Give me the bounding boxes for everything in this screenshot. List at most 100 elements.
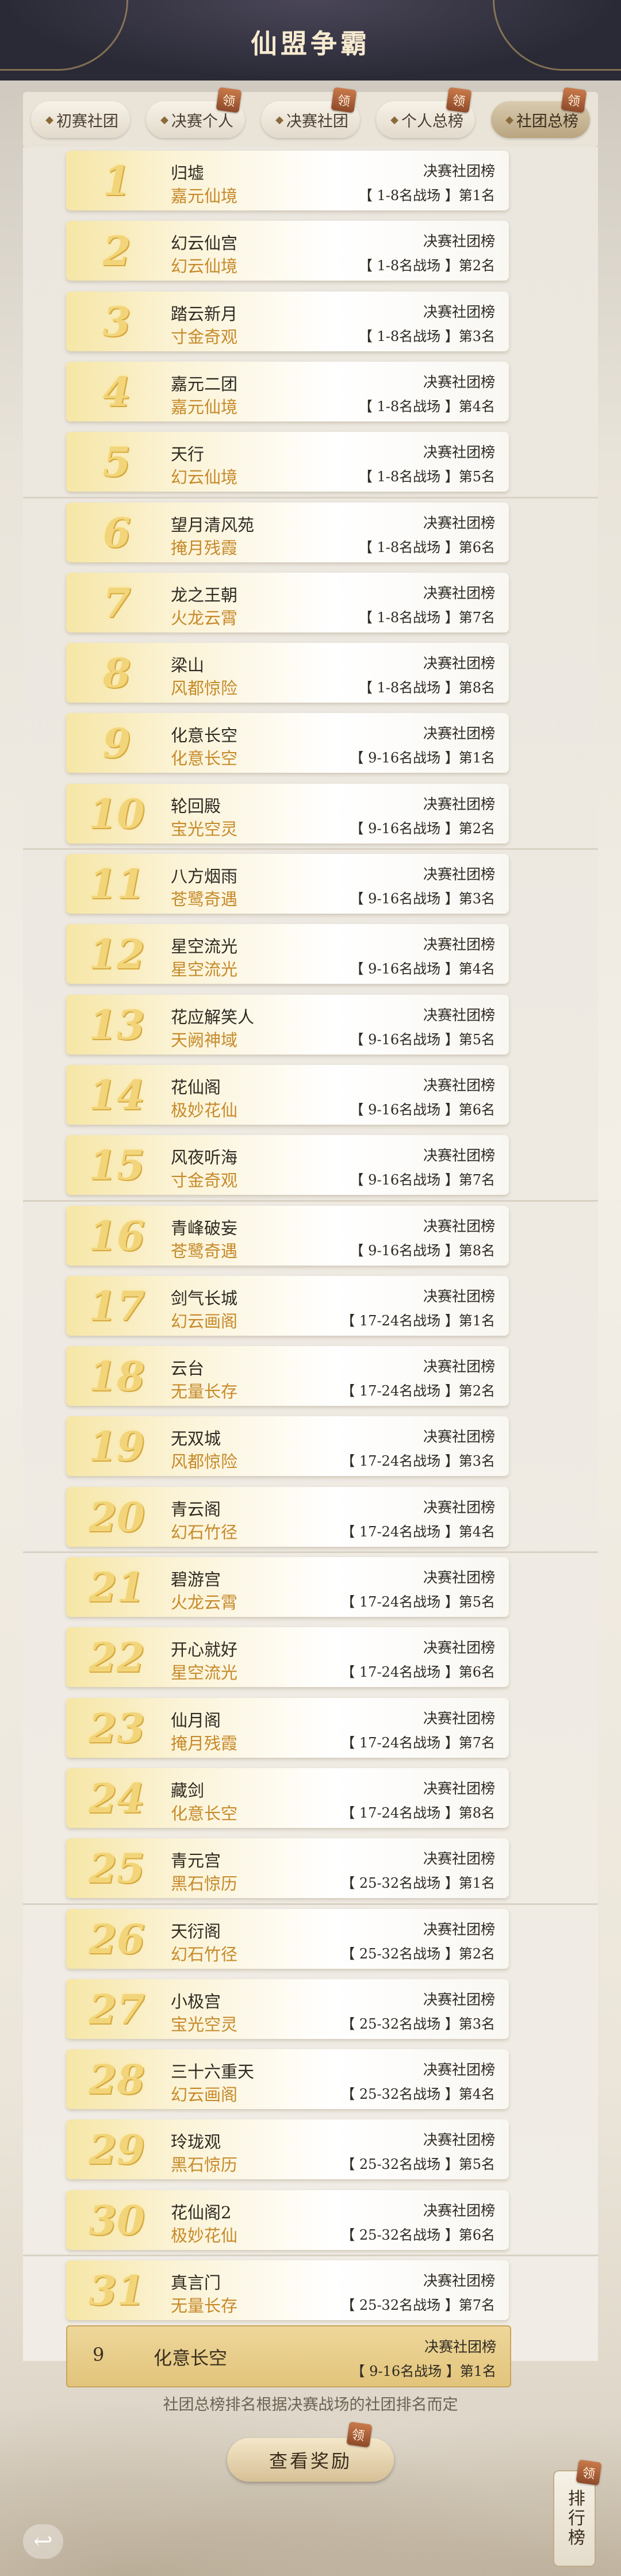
category-label: 决赛社团榜: [423, 1358, 495, 1375]
rank-number: 27: [89, 1985, 145, 2033]
club-name: 花应解笑人: [171, 1007, 255, 1027]
rank-number: 23: [89, 1704, 145, 1752]
placement-label: 【 1-8名战场 】第1名: [358, 187, 495, 204]
category-label: 决赛社团榜: [423, 866, 495, 883]
club-name: 剑气长城: [171, 1289, 238, 1308]
club-rank-row: 17 剑气长城 幻云画阁 决赛社团榜【 17-24名战场 】第1名: [66, 1276, 509, 1336]
placement-label: 【 17-24名战场 】第4名: [341, 1524, 495, 1540]
category-label: 决赛社团榜: [423, 1921, 495, 1938]
ranking-note: 社团总榜排名根据决赛战场的社团排名而定: [163, 2396, 458, 2414]
diamond-icon: ◆: [390, 113, 398, 126]
club-rank-row: 31 真言门 无量长存 决赛社团榜【 25-32名战场 】第7名: [66, 2260, 509, 2320]
club-name: 小极宫: [171, 1992, 221, 2011]
club-rank-row: 29 玲珑观 黑石惊历 决赛社团榜【 25-32名战场 】第5名: [66, 2119, 509, 2179]
server-name: 极妙花仙: [171, 1101, 238, 1120]
server-name: 黑石惊历: [171, 2155, 238, 2175]
game-screen: 仙盟争霸 ◆ 初赛社团 ◆ 决赛个人 领 ◆ 决赛社团 领 ◆ 个人总榜 领 ◆…: [0, 0, 621, 2576]
section-divider: [23, 497, 598, 499]
category-label: 决赛社团榜: [423, 2132, 495, 2148]
section-divider: [23, 1551, 598, 1553]
back-icon[interactable]: ↩: [23, 2524, 63, 2559]
claim-badge-icon: 领: [446, 87, 472, 113]
server-name: 宝光空灵: [171, 2015, 238, 2034]
rank-number: 12: [89, 930, 145, 978]
club-name: 星空流光: [171, 937, 238, 956]
club-name: 碧游宫: [171, 1570, 221, 1589]
rank-number: 15: [89, 1141, 145, 1189]
club-rank-row: 19 无双城 风都惊险 决赛社团榜【 17-24名战场 】第3名: [66, 1416, 509, 1476]
club-name: 玲珑观: [171, 2132, 221, 2152]
rank-number: 28: [89, 2055, 145, 2103]
view-rewards-button[interactable]: 查看奖励 领: [227, 2421, 394, 2482]
category-label: 决赛社团榜: [423, 1499, 495, 1516]
category-label: 决赛社团榜: [423, 444, 495, 461]
category-label: 决赛社团榜: [423, 796, 495, 812]
placement-label: 【 17-24名战场 】第6名: [341, 1664, 495, 1680]
section-divider: [23, 1200, 598, 1202]
server-name: 幻云仙境: [171, 467, 238, 487]
placement-label: 【 1-8名战场 】第7名: [358, 610, 495, 626]
placement-label: 【 25-32名战场 】第1名: [341, 1875, 495, 1891]
club-rank-row: 28 三十六重天 幻云画阁 决赛社团榜【 25-32名战场 】第4名: [66, 2049, 509, 2109]
category-label: 决赛社团榜: [423, 233, 495, 250]
server-name: 苍鹭奇遇: [171, 1241, 238, 1261]
server-name: 星空流光: [171, 1663, 238, 1682]
placement-label: 【 1-8名战场 】第2名: [358, 258, 495, 274]
category-label: 决赛社团榜: [423, 1639, 495, 1656]
server-name: 掩月残霞: [171, 538, 238, 558]
club-rank-row: 8 梁山 风都惊险 决赛社团榜【 1-8名战场 】第8名: [66, 643, 509, 703]
server-name: 黑石惊历: [171, 1874, 238, 1893]
rank-number: 16: [89, 1212, 145, 1260]
rank-number: 11: [89, 860, 145, 908]
placement-label: 【 17-24名战场 】第5名: [341, 1594, 495, 1610]
club-name: 天行: [171, 444, 205, 464]
rank-number: 26: [89, 1915, 145, 1963]
tab-club-overall[interactable]: ◆ 社团总榜 领: [491, 87, 590, 138]
server-name: 无量长存: [171, 1382, 238, 1401]
club-name: 真言门: [171, 2273, 221, 2293]
claim-badge-icon: 领: [331, 87, 357, 113]
club-rank-row: 18 云台 无量长存 决赛社团榜【 17-24名战场 】第2名: [66, 1346, 509, 1406]
placement-label: 【 25-32名战场 】第7名: [341, 2297, 495, 2313]
club-rank-row: 20 青云阁 幻石竹径 决赛社团榜【 17-24名战场 】第4名: [66, 1487, 509, 1547]
category-label: 决赛社团榜: [423, 1147, 495, 1164]
club-name: 仙月阁: [171, 1711, 221, 1730]
rank-number: 25: [89, 1844, 145, 1892]
placement-label: 【 25-32名战场 】第3名: [341, 2016, 495, 2032]
leaderboard-button[interactable]: 排行榜 领: [553, 2459, 602, 2567]
category-label: 决赛社团榜: [423, 374, 495, 390]
placement-label: 【 9-16名战场 】第8名: [350, 1243, 495, 1259]
club-rank-row: 23 仙月阁 掩月残霞 决赛社团榜【 17-24名战场 】第7名: [66, 1698, 509, 1758]
tab-final-individual[interactable]: ◆ 决赛个人 领: [146, 87, 245, 138]
section-divider: [23, 2255, 598, 2256]
tab-individual-overall[interactable]: ◆ 个人总榜 领: [376, 87, 475, 138]
club-rank-row: 21 碧游宫 火龙云霄 决赛社团榜【 17-24名战场 】第5名: [66, 1557, 509, 1617]
tab-preliminary-club[interactable]: ◆ 初赛社团: [31, 101, 130, 138]
tab-bar: ◆ 初赛社团 ◆ 决赛个人 领 ◆ 决赛社团 领 ◆ 个人总榜 领 ◆ 社团总榜…: [23, 87, 598, 147]
category-label: 决赛社团榜: [423, 585, 495, 601]
placement-label: 【 1-8名战场 】第6名: [358, 539, 495, 555]
club-rank-row: 25 青元宫 黑石惊历 决赛社团榜【 25-32名战场 】第1名: [66, 1838, 509, 1898]
tab-final-club[interactable]: ◆ 决赛社团 领: [261, 87, 360, 138]
category-label: 决赛社团榜: [423, 1218, 495, 1235]
rank-number: 21: [89, 1563, 145, 1611]
rank-number: 6: [102, 508, 131, 557]
server-name: 风都惊险: [171, 678, 238, 698]
club-rank-row: 5 天行 幻云仙境 决赛社团榜【 1-8名战场 】第5名: [66, 432, 509, 492]
claim-badge-icon: 领: [561, 87, 587, 113]
club-rank-row: 16 青峰破妄 苍鹭奇遇 决赛社团榜【 9-16名战场 】第8名: [66, 1206, 509, 1266]
rank-number: 1: [102, 156, 131, 205]
category-label: 决赛社团榜: [423, 1569, 495, 1586]
server-name: 掩月残霞: [171, 1734, 238, 1753]
rank-number: 9: [102, 719, 131, 767]
page-title: 仙盟争霸: [251, 28, 370, 59]
rank-number: 2: [102, 227, 131, 275]
placement-label: 【 9-16名战场 】第1名: [350, 750, 495, 766]
my-club-name: 化意长空: [154, 2347, 228, 2369]
club-rank-row: 10 轮回殿 宝光空灵 决赛社团榜【 9-16名战场 】第2名: [66, 784, 509, 844]
placement-label: 【 1-8名战场 】第3名: [358, 328, 495, 344]
rank-number: 17: [89, 1282, 145, 1330]
title-bar: 仙盟争霸: [0, 0, 621, 80]
club-rank-row: 1 归墟 嘉元仙境 决赛社团榜【 1-8名战场 】第1名: [66, 151, 509, 210]
server-name: 寸金奇观: [171, 1171, 238, 1190]
